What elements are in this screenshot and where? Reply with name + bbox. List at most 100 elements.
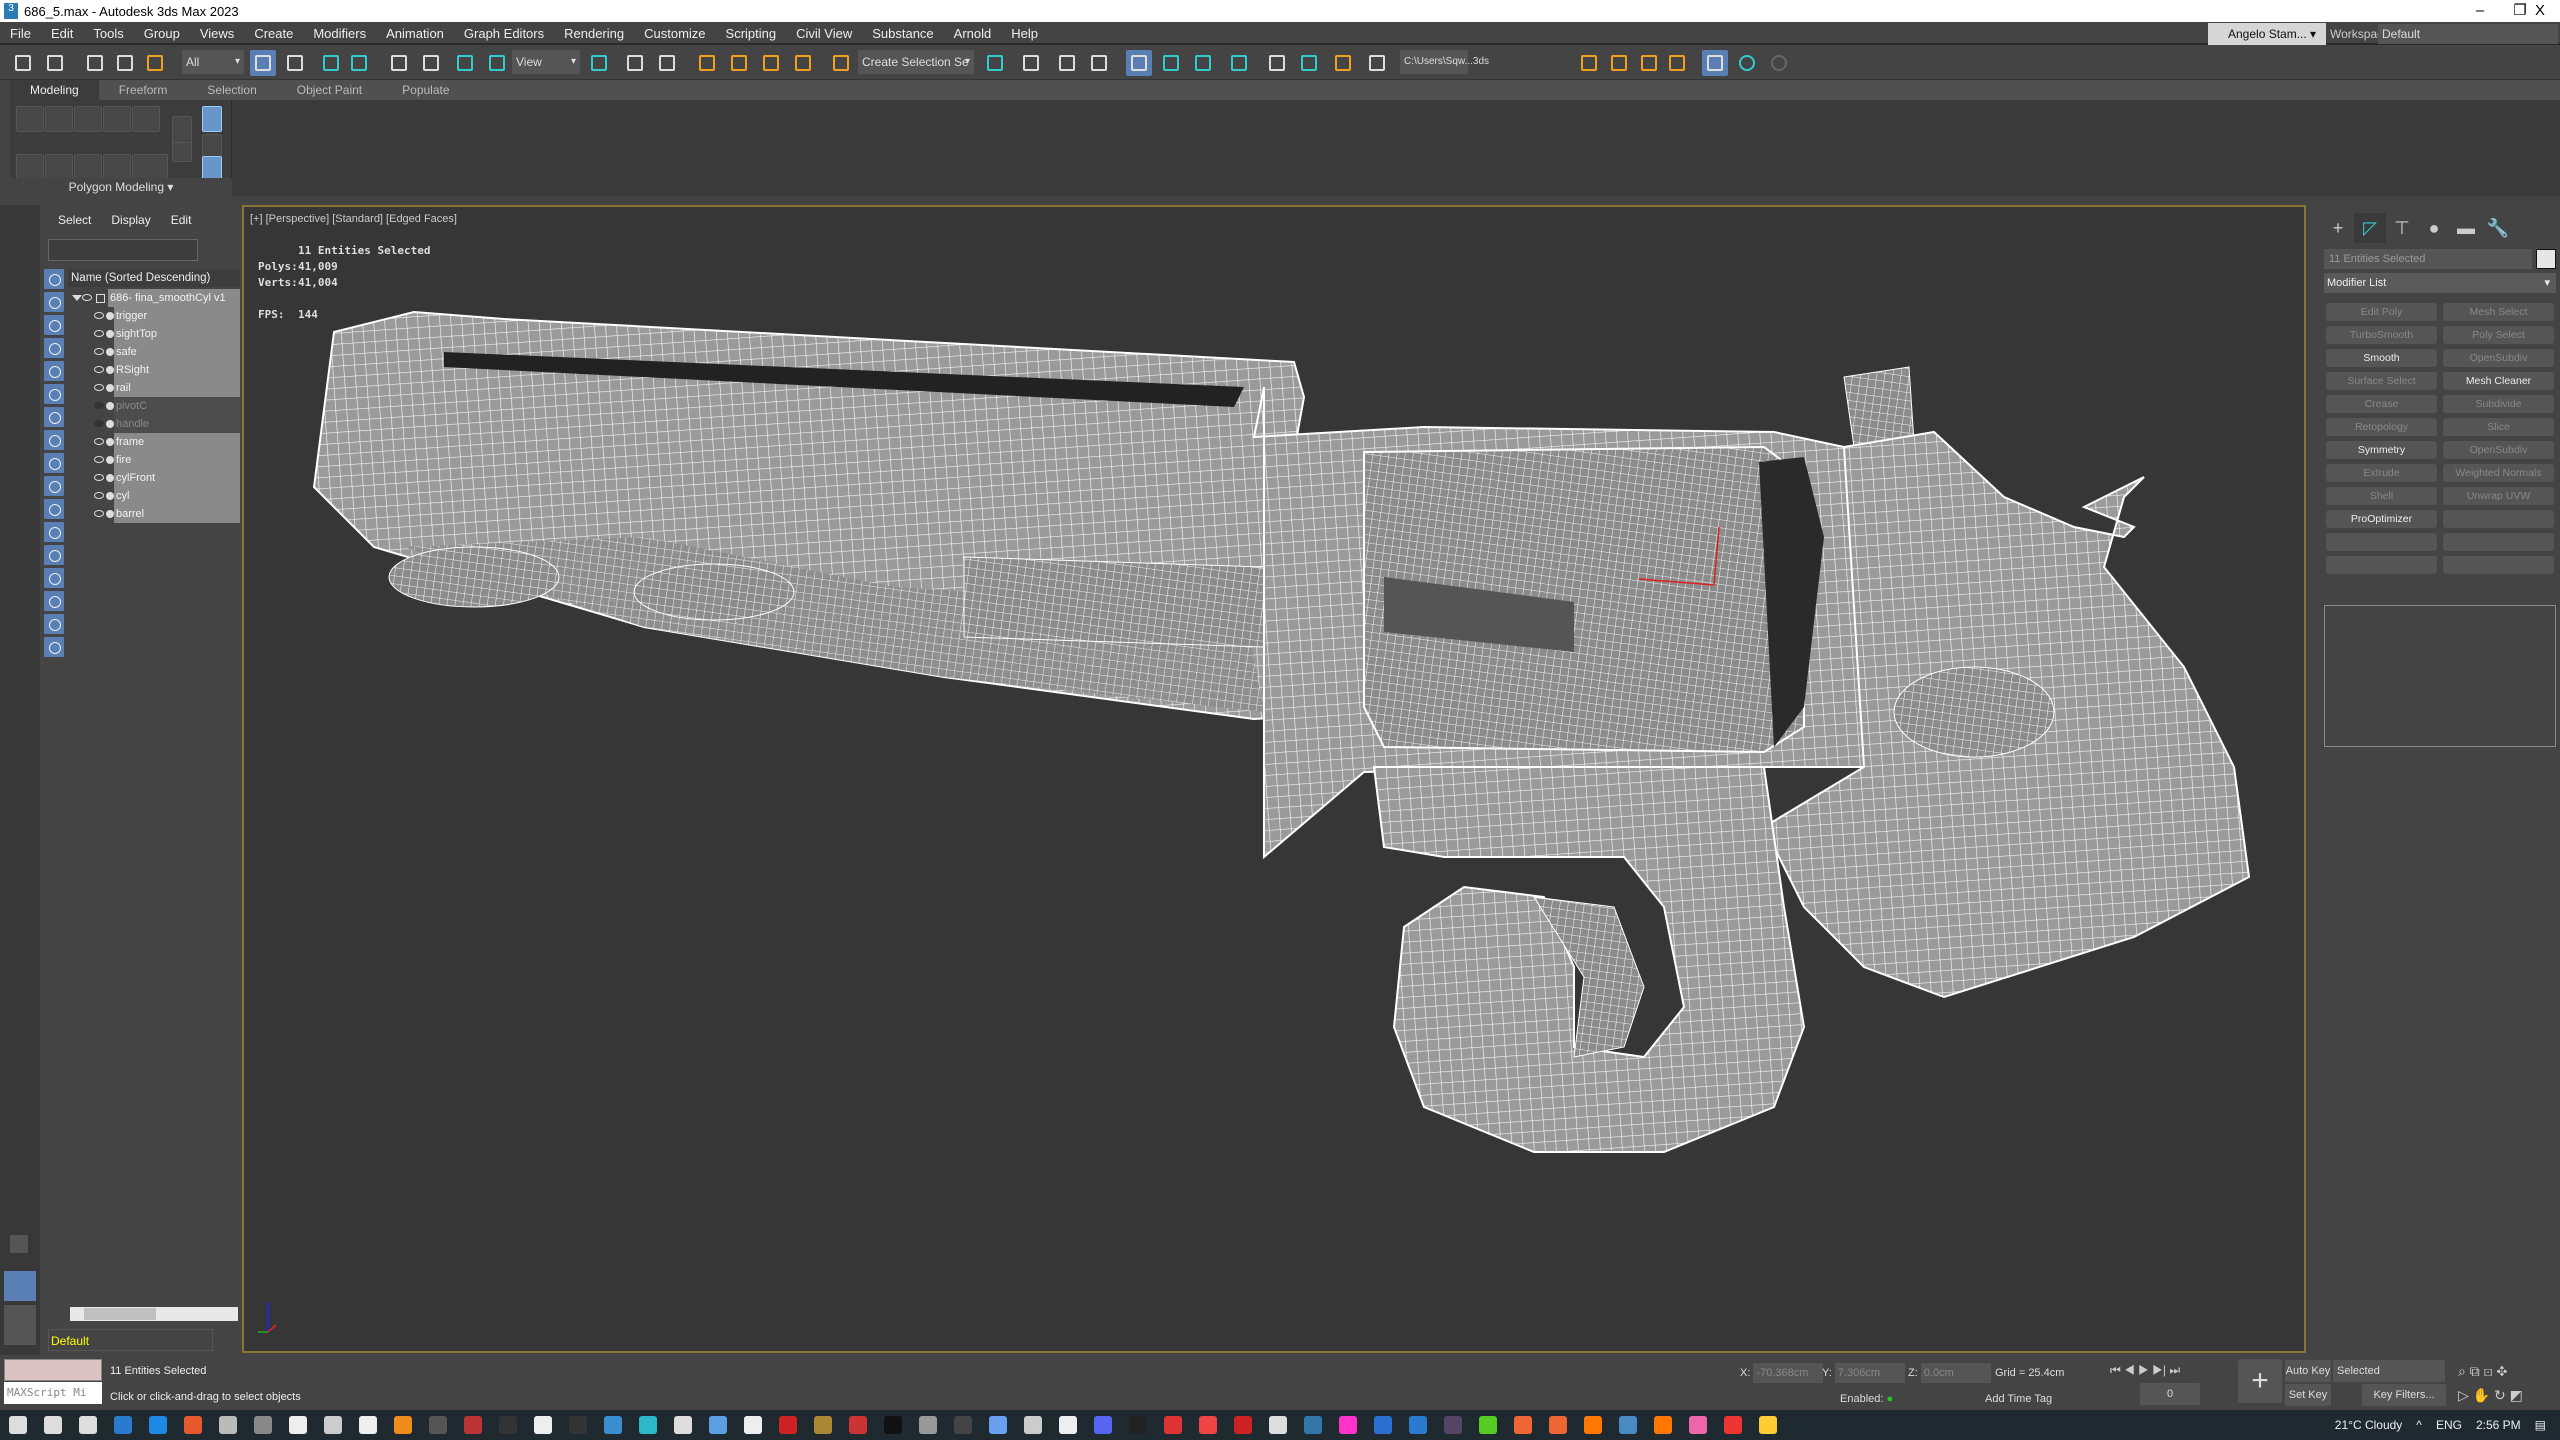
tree-item[interactable]: safe <box>68 343 240 361</box>
modifier-set-button[interactable]: Symmetry <box>2326 441 2437 459</box>
close-button[interactable]: X <box>2520 0 2560 22</box>
ribbon-tab-object-paint[interactable]: Object Paint <box>277 80 382 100</box>
groups-filter-icon[interactable] <box>44 430 64 450</box>
taskbar-app-icon[interactable] <box>149 1416 167 1434</box>
modifier-set-button[interactable]: Smooth <box>2326 349 2437 367</box>
taskbar-app-icon[interactable] <box>1024 1416 1042 1434</box>
eye-icon[interactable] <box>94 456 104 463</box>
modifier-set-button[interactable] <box>2443 510 2554 528</box>
modifier-stack[interactable] <box>2324 605 2556 747</box>
menu-help[interactable]: Help <box>1001 26 1048 41</box>
loop-button[interactable] <box>103 154 131 180</box>
undo-button[interactable] <box>10 50 36 76</box>
viewport-label-menu[interactable]: [+] [Perspective] [Standard] [Edged Face… <box>250 213 457 225</box>
check-button[interactable] <box>1734 50 1760 76</box>
taskbar-app-icon[interactable] <box>254 1416 272 1434</box>
eye-icon[interactable] <box>94 492 104 499</box>
snaps-toggle-button[interactable] <box>694 50 720 76</box>
modifier-set-button[interactable]: Extrude <box>2326 464 2437 482</box>
taskbar-app-icon[interactable] <box>394 1416 412 1434</box>
set-key-plus-icon[interactable]: + <box>2238 1359 2282 1403</box>
explorer-horizontal-scrollbar[interactable] <box>70 1307 238 1321</box>
taskbar-app-icon[interactable] <box>79 1416 97 1434</box>
modifier-set-button[interactable]: Subdivide <box>2443 395 2554 413</box>
z-coordinate-field[interactable]: 0.0cm <box>1920 1363 1991 1383</box>
modifier-set-button[interactable]: OpenSubdiv <box>2443 349 2554 367</box>
set-key-button[interactable]: Set Key <box>2285 1384 2331 1406</box>
freeze-dot-icon[interactable] <box>106 474 114 482</box>
taskbar-app-icon[interactable] <box>534 1416 552 1434</box>
taskbar-app-icon[interactable] <box>709 1416 727 1434</box>
taskbar-app-icon[interactable] <box>849 1416 867 1434</box>
freeze-dot-icon[interactable] <box>106 438 114 446</box>
angle-snap-button[interactable] <box>726 50 752 76</box>
modifier-set-button[interactable]: TurboSmooth <box>2326 326 2437 344</box>
eye-icon[interactable] <box>94 366 104 373</box>
freeze-dot-icon[interactable] <box>106 456 114 464</box>
collapse-filter-icon[interactable] <box>44 568 64 588</box>
menu-create[interactable]: Create <box>244 26 303 41</box>
layer-dropdown[interactable]: Default <box>48 1329 213 1351</box>
layer-explorer-toggle[interactable] <box>1086 50 1112 76</box>
curve-editor-button[interactable] <box>1158 50 1184 76</box>
bind-space-warp-icon[interactable] <box>142 50 168 76</box>
render-button[interactable] <box>1364 50 1390 76</box>
tree-item[interactable]: trigger <box>68 307 240 325</box>
schematic-view-button[interactable] <box>1226 50 1252 76</box>
tree-item[interactable]: fire <box>68 451 240 469</box>
spiral-icon[interactable] <box>1766 50 1792 76</box>
menu-group[interactable]: Group <box>134 26 190 41</box>
modifier-set-button[interactable] <box>2443 533 2554 551</box>
display-all-filter-icon[interactable] <box>44 269 64 289</box>
containers-filter-icon[interactable] <box>44 499 64 519</box>
explorer-menu-display[interactable]: Display <box>111 213 150 227</box>
taskbar-app-icon[interactable] <box>44 1416 62 1434</box>
menu-animation[interactable]: Animation <box>376 26 454 41</box>
taskbar-app-icon[interactable] <box>919 1416 937 1434</box>
x-coordinate-field[interactable]: -70.368cm <box>1753 1363 1824 1383</box>
bones-filter-icon[interactable] <box>44 476 64 496</box>
project-structure-button[interactable] <box>1664 50 1690 76</box>
taskbar-app-icon[interactable] <box>954 1416 972 1434</box>
taskbar-app-icon[interactable] <box>674 1416 692 1434</box>
keyboard-shortcut-override-button[interactable] <box>654 50 680 76</box>
freeze-dot-icon[interactable] <box>106 492 114 500</box>
filter-filter-icon[interactable] <box>44 614 64 634</box>
mirror-button[interactable] <box>982 50 1008 76</box>
align-button[interactable] <box>1018 50 1044 76</box>
key-filters-button[interactable]: Key Filters... <box>2362 1384 2446 1406</box>
freeze-dot-icon[interactable] <box>106 348 114 356</box>
modifier-set-button[interactable] <box>2326 556 2437 574</box>
taskbar-app-icon[interactable] <box>429 1416 447 1434</box>
menu-views[interactable]: Views <box>190 26 244 41</box>
explorer-search-input[interactable] <box>48 239 198 261</box>
tree-item[interactable]: pivotC <box>68 397 240 415</box>
freeze-dot-icon[interactable] <box>106 402 114 410</box>
edge-mode-button[interactable] <box>45 106 73 132</box>
layers-filter-icon[interactable] <box>44 637 64 657</box>
taskbar-app-icon[interactable] <box>1689 1416 1707 1434</box>
modifier-set-button[interactable]: Surface Select <box>2326 372 2437 390</box>
render-setup-button[interactable] <box>1296 50 1322 76</box>
taskbar-app-icon[interactable] <box>1234 1416 1252 1434</box>
taskbar-app-icon[interactable] <box>1584 1416 1602 1434</box>
freeze-dot-icon[interactable] <box>106 366 114 374</box>
taskbar-app-icon[interactable] <box>1724 1416 1742 1434</box>
chevron-up-icon[interactable]: ^ <box>2416 1418 2422 1432</box>
menu-scripting[interactable]: Scripting <box>716 26 787 41</box>
taskbar-app-icon[interactable] <box>1129 1416 1147 1434</box>
taskbar-app-icon[interactable] <box>1164 1416 1182 1434</box>
taskbar-app-icon[interactable] <box>9 1416 27 1434</box>
eye-icon[interactable] <box>94 510 104 517</box>
taskbar-app-icon[interactable] <box>464 1416 482 1434</box>
explorer-menu-select[interactable]: Select <box>58 213 91 227</box>
polygon-mode-button[interactable] <box>103 106 131 132</box>
tree-item[interactable]: cyl <box>68 487 240 505</box>
taskbar-app-icon[interactable] <box>1654 1416 1672 1434</box>
utilities-tab-wrench-icon[interactable]: 🔧 <box>2482 213 2514 243</box>
placement-button[interactable] <box>484 50 510 76</box>
menu-substance[interactable]: Substance <box>862 26 943 41</box>
tree-item[interactable]: rail <box>68 379 240 397</box>
taskbar-app-icon[interactable] <box>1339 1416 1357 1434</box>
minimize-button[interactable]: – <box>2460 0 2500 22</box>
